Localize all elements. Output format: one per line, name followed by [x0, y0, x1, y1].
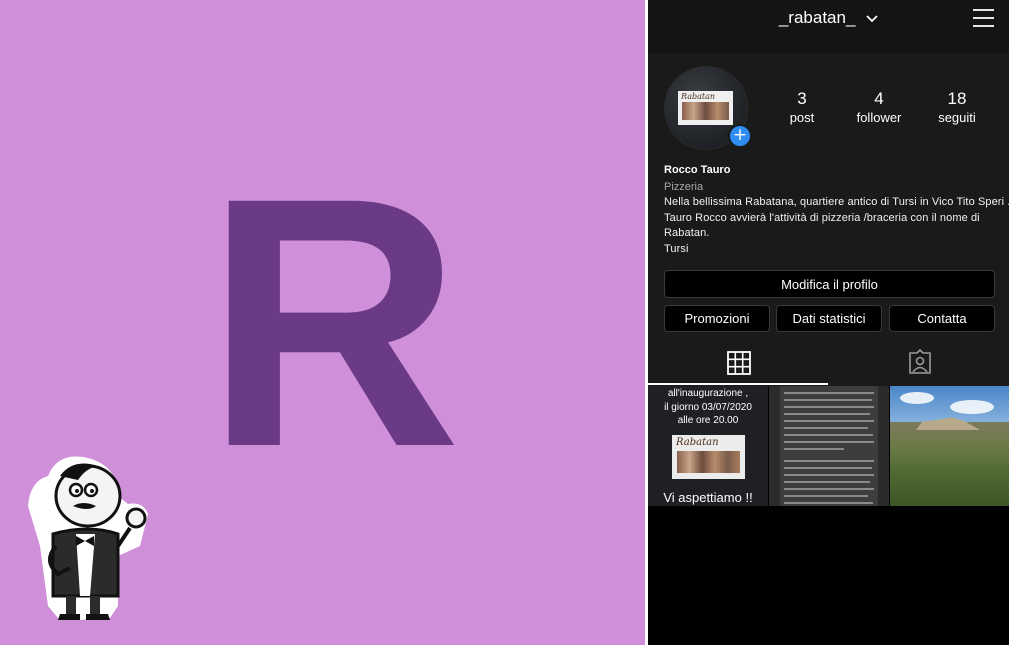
waiter-mascot-icon: [28, 456, 148, 620]
stat-followers-value: 4: [874, 89, 884, 108]
instagram-profile-panel: _rabatan_ Rabatan + 3 post 4 follower 18: [648, 0, 1009, 645]
bio-location[interactable]: Tursi: [664, 242, 1000, 258]
stat-posts-value: 3: [797, 89, 807, 108]
profile-bio: Nella bellissima Rabatana, quartiere ant…: [664, 195, 1009, 258]
post-logo: Rabatan: [672, 435, 745, 479]
post-text: all'inaugurazione ,: [667, 388, 749, 399]
avatar-logo-text: Rabatan: [681, 92, 716, 101]
bio-line: Nella bellissima Rabatana, quartiere ant…: [664, 196, 1009, 208]
plus-icon[interactable]: +: [728, 124, 752, 148]
profile-category: Pizzeria: [664, 181, 704, 193]
username-switcher[interactable]: _rabatan_: [648, 8, 1009, 28]
stat-following[interactable]: 18 seguiti: [917, 89, 997, 125]
contact-button[interactable]: Contatta: [889, 305, 995, 332]
stat-posts[interactable]: 3 post: [762, 89, 842, 125]
stat-followers-label: follower: [856, 110, 902, 125]
post-text: il giorno 03/07/2020: [664, 402, 752, 413]
stat-following-label: seguiti: [938, 110, 976, 125]
grid-icon: [727, 351, 751, 375]
promotions-button[interactable]: Promozioni: [664, 305, 770, 332]
chevron-down-icon: [866, 14, 878, 22]
bio-line: Tauro Rocco avvierà l'attività di pizzer…: [664, 211, 980, 224]
tagged-person-icon: [909, 349, 931, 374]
stat-followers[interactable]: 4 follower: [839, 89, 919, 125]
logo-letter: R: [205, 150, 461, 470]
profile-name: Rocco Tauro: [664, 164, 731, 176]
stat-posts-label: post: [789, 110, 815, 125]
active-tab-indicator: [648, 383, 828, 385]
stat-following-value: 18: [947, 89, 967, 108]
tab-grid[interactable]: [648, 338, 828, 384]
top-bar: _rabatan_: [648, 0, 1009, 53]
insights-button[interactable]: Dati statistici: [776, 305, 882, 332]
svg-text:R: R: [205, 150, 461, 470]
edit-profile-button[interactable]: Modifica il profilo: [664, 270, 995, 298]
restaurant-image-panel: R: [0, 0, 645, 645]
profile-header: Rabatan + 3 post 4 follower 18 seguiti R…: [648, 53, 1009, 386]
post-text: alle ore 20.00: [677, 415, 739, 426]
post-thumbnail[interactable]: all'inaugurazione , il giorno 03/07/2020…: [648, 386, 768, 506]
post-text: Vi aspettiamo !!: [663, 490, 753, 505]
bio-line: Rabatan.: [664, 227, 710, 239]
post-thumbnail[interactable]: [769, 386, 889, 506]
hamburger-menu-icon[interactable]: [973, 9, 994, 27]
post-thumbnail[interactable]: [890, 386, 1009, 506]
post-logo-text: Rabatan: [676, 437, 719, 448]
avatar-logo: Rabatan: [678, 91, 733, 125]
username-text: _rabatan_: [778, 8, 856, 27]
tab-tagged[interactable]: [828, 338, 1009, 384]
